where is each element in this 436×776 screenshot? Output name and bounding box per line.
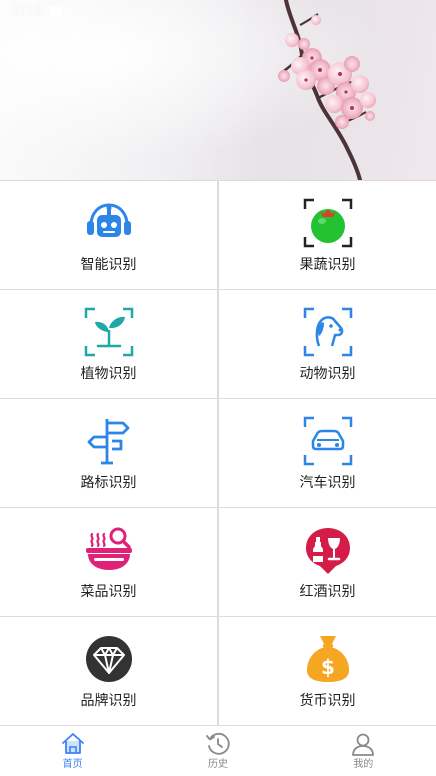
cherry-blossom-photo bbox=[0, 0, 376, 180]
signpost-icon bbox=[87, 419, 129, 465]
profile-icon bbox=[352, 733, 375, 756]
dog-scan-icon bbox=[303, 307, 352, 357]
feature-label: 动物识别 bbox=[299, 366, 356, 382]
robot-headset-icon bbox=[86, 203, 131, 237]
feature-wine-recognition[interactable]: 红酒识别 bbox=[218, 508, 436, 617]
feature-label: 汽车识别 bbox=[299, 475, 356, 491]
nav-label: 首页 bbox=[62, 759, 83, 770]
nav-label: 历史 bbox=[207, 759, 228, 770]
feature-grid: 智能识别 果蔬识别 植物识别 动物识别 路标识别 汽车识别 菜品识别 红酒识别 … bbox=[0, 180, 436, 726]
car-scan-icon bbox=[303, 416, 352, 466]
feature-label: 果蔬识别 bbox=[299, 257, 356, 273]
feature-road-sign-recognition[interactable]: 路标识别 bbox=[0, 399, 218, 508]
history-icon bbox=[206, 732, 230, 755]
status-bar: 3:15 bbox=[0, 0, 436, 24]
feature-brand-recognition[interactable]: 品牌识别 bbox=[0, 617, 218, 726]
feature-label: 货币识别 bbox=[299, 693, 356, 709]
feature-car-recognition[interactable]: 汽车识别 bbox=[218, 399, 436, 508]
wine-pin-icon bbox=[305, 528, 350, 574]
bottom-navigation: 首页 历史 我的 bbox=[0, 725, 436, 776]
feature-label: 菜品识别 bbox=[80, 584, 137, 600]
feature-dish-recognition[interactable]: 菜品识别 bbox=[0, 508, 218, 617]
feature-label: 路标识别 bbox=[80, 475, 137, 491]
status-time: 3:15 bbox=[12, 4, 44, 19]
feature-animal-recognition[interactable]: 动物识别 bbox=[218, 290, 436, 399]
feature-label: 智能识别 bbox=[80, 257, 137, 273]
sprout-scan-icon bbox=[84, 307, 133, 357]
nav-home[interactable]: 首页 bbox=[0, 726, 145, 776]
diamond-icon bbox=[85, 636, 132, 682]
nav-history[interactable]: 历史 bbox=[145, 726, 290, 776]
home-icon bbox=[61, 733, 84, 754]
feature-plant-recognition[interactable]: 植物识别 bbox=[0, 290, 218, 399]
sim-card-icon bbox=[50, 6, 61, 18]
feature-label: 品牌识别 bbox=[80, 693, 137, 709]
feature-smart-recognition[interactable]: 智能识别 bbox=[0, 181, 218, 290]
money-bag-icon: $ bbox=[306, 636, 349, 682]
feature-fruit-vegetable-recognition[interactable]: 果蔬识别 bbox=[218, 181, 436, 290]
svg-text:$: $ bbox=[321, 655, 335, 679]
tomato-scan-icon bbox=[303, 198, 352, 248]
app-screen: 3:15 智能识别 果蔬识别 植物识别 动物识别 路标识别 汽车识别 菜品识别 … bbox=[0, 0, 436, 776]
feature-label: 红酒识别 bbox=[299, 584, 356, 600]
feature-label: 植物识别 bbox=[80, 366, 137, 382]
feature-currency-recognition[interactable]: $ 货币识别 bbox=[218, 617, 436, 726]
banner-image: 3:15 bbox=[0, 0, 436, 180]
nav-label: 我的 bbox=[353, 759, 374, 770]
dish-search-icon bbox=[85, 527, 132, 570]
nav-profile[interactable]: 我的 bbox=[291, 726, 436, 776]
